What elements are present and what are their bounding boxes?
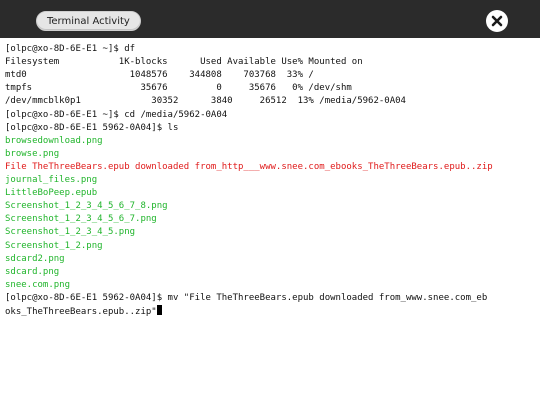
terminal-line-text: File TheThreeBears.epub downloaded from_… <box>5 161 493 172</box>
terminal-line-text: Filesystem 1K-blocks Used Available Use%… <box>5 57 363 68</box>
terminal-line: Screenshot_1_2.png <box>5 240 103 252</box>
text-cursor <box>156 305 162 315</box>
terminal-line: [olpc@xo-8D-6E-E1 5962-0A04]$ mv "File T… <box>5 292 487 304</box>
terminal-line-text: [olpc@xo-8D-6E-E1 5962-0A04]$ mv "File T… <box>5 292 488 303</box>
terminal-line-text: /dev/mmcblk0p1 30352 3840 26512 13% /med… <box>5 96 406 107</box>
title-bar: Terminal Activity <box>0 0 540 39</box>
terminal-prompt-line: oks_TheThreeBears.epub..zip" <box>5 305 162 317</box>
terminal-line-text: Screenshot_1_2_3_4_5.png <box>5 227 136 238</box>
terminal-line-text: sdcard.png <box>5 266 60 277</box>
terminal-line: sdcard.png <box>5 266 59 278</box>
terminal-line: LittleBoPeep.epub <box>5 187 97 199</box>
terminal-activity-window: Terminal Activity [olpc@xo-8D-6E-E1 ~]$ … <box>0 0 540 408</box>
terminal-line: Screenshot_1_2_3_4_5_6_7_8.png <box>5 200 168 212</box>
terminal-line: [olpc@xo-8D-6E-E1 5962-0A04]$ ls <box>5 122 178 134</box>
terminal-line-text: Screenshot_1_2_3_4_5_6_7_8.png <box>5 201 168 212</box>
close-button[interactable] <box>486 10 508 32</box>
terminal-line: [olpc@xo-8D-6E-E1 ~]$ df <box>5 43 135 55</box>
terminal-line-text: tmpfs 35676 0 35676 0% /dev/shm <box>5 83 352 94</box>
terminal-line: browse.png <box>5 148 59 160</box>
terminal-line: sdcard2.png <box>5 253 65 265</box>
terminal-line: File TheThreeBears.epub downloaded from_… <box>5 161 493 173</box>
terminal-line-text: oks_TheThreeBears.epub..zip" <box>5 307 157 317</box>
terminal-line-text: browse.png <box>5 148 60 159</box>
terminal-line-text: LittleBoPeep.epub <box>5 188 98 199</box>
terminal-line: Filesystem 1K-blocks Used Available Use%… <box>5 56 363 68</box>
terminal-line: snee.com.png <box>5 279 70 291</box>
terminal-line-text: [olpc@xo-8D-6E-E1 ~]$ cd /media/5962-0A0… <box>5 109 228 120</box>
terminal-line: [olpc@xo-8D-6E-E1 ~]$ cd /media/5962-0A0… <box>5 109 227 121</box>
terminal-line: mtd0 1048576 344808 703768 33% / <box>5 69 314 81</box>
tab-label: Terminal Activity <box>47 15 130 27</box>
terminal-line: browsedownload.png <box>5 135 103 147</box>
terminal-line-text: browsedownload.png <box>5 135 103 146</box>
terminal-line-text: Screenshot_1_2.png <box>5 240 103 251</box>
terminal-line-text: mtd0 1048576 344808 703768 33% / <box>5 70 314 81</box>
terminal-line: Screenshot_1_2_3_4_5_6_7.png <box>5 213 157 225</box>
terminal-line-text: journal_files.png <box>5 175 98 185</box>
terminal-line-text: [olpc@xo-8D-6E-E1 ~]$ df <box>5 44 136 54</box>
terminal-line: journal_files.png <box>5 174 97 186</box>
terminal-line: tmpfs 35676 0 35676 0% /dev/shm <box>5 82 352 94</box>
terminal-line: /dev/mmcblk0p1 30352 3840 26512 13% /med… <box>5 95 406 107</box>
terminal-line-text: sdcard2.png <box>5 253 65 264</box>
terminal-line-text: Screenshot_1_2_3_4_5_6_7.png <box>5 214 157 225</box>
terminal-line-text: [olpc@xo-8D-6E-E1 5962-0A04]$ ls <box>5 122 179 133</box>
close-icon <box>491 15 503 27</box>
terminal-output[interactable]: [olpc@xo-8D-6E-E1 ~]$ df Filesystem 1K-bl… <box>0 38 540 408</box>
terminal-line-text: snee.com.png <box>5 279 71 290</box>
tab-terminal-activity[interactable]: Terminal Activity <box>36 11 141 31</box>
terminal-line: Screenshot_1_2_3_4_5.png <box>5 226 135 238</box>
